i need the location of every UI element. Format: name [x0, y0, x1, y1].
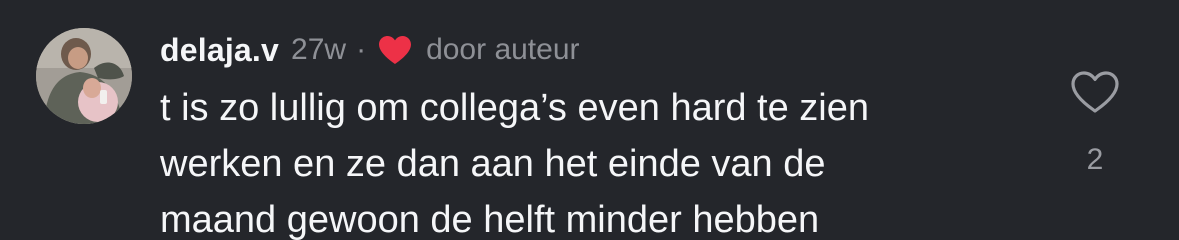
heart-outline-icon: [1071, 71, 1119, 113]
heart-filled-icon: [378, 35, 412, 65]
comment-text-line: t is zo lullig om collega’s even hard te…: [160, 87, 870, 129]
comment-text: t is zo lullig om collega’s even hard te…: [160, 80, 1040, 240]
like-button[interactable]: [1070, 70, 1120, 114]
like-count: 2: [1086, 143, 1104, 176]
comment-header: delaja.v 27w · door auteur: [160, 26, 580, 74]
separator-dot: ·: [356, 33, 367, 66]
liked-by-author-label: door auteur: [426, 33, 580, 66]
avatar[interactable]: [36, 28, 132, 124]
comment-text-line: maand gewoon de helft minder hebben: [160, 199, 820, 240]
comment-text-line: werken en ze dan aan het einde van de: [160, 143, 826, 185]
comment-item: delaja.v 27w · door auteur t is zo lulli…: [0, 0, 1179, 240]
avatar-image: [36, 28, 132, 124]
comment-timestamp: 27w: [291, 33, 347, 66]
username-link[interactable]: delaja.v: [160, 32, 279, 69]
